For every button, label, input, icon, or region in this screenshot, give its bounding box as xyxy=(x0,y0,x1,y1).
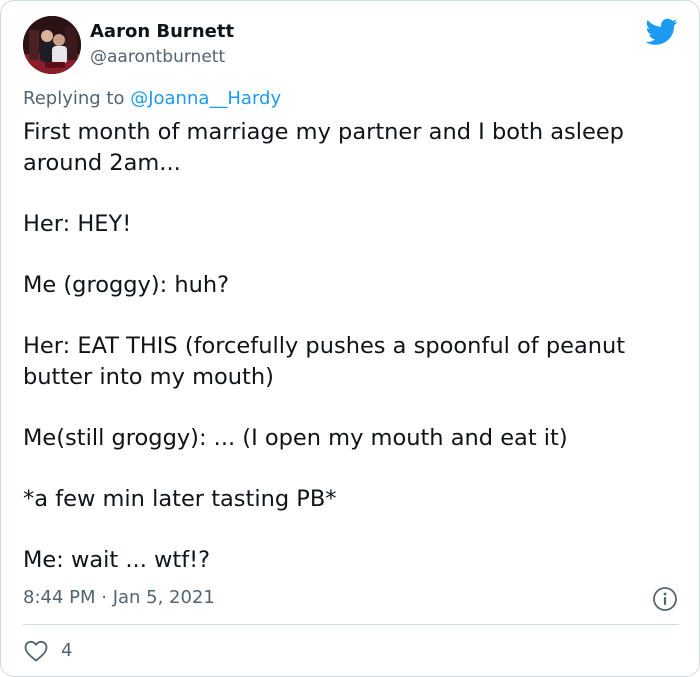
author-handle[interactable]: @aarontburnett xyxy=(90,46,225,68)
replying-prefix: Replying to xyxy=(23,88,131,109)
replying-to: Replying to @Joanna__Hardy xyxy=(23,87,281,111)
avatar-photo xyxy=(23,16,81,74)
tweet-timestamp[interactable]: 8:44 PM · Jan 5, 2021 xyxy=(23,586,215,610)
tweet-line: *a few min later tasting PB* xyxy=(23,486,337,513)
like-button[interactable]: 4 xyxy=(23,639,72,663)
tweet-line: Me (groggy): huh? xyxy=(23,271,230,298)
tweet-card: Aaron Burnett @aarontburnett Replying to… xyxy=(0,0,700,677)
avatar[interactable] xyxy=(23,16,81,74)
tweet-line: First month of marriage my partner and I… xyxy=(23,119,624,176)
twitter-bird-icon[interactable] xyxy=(646,18,678,46)
like-count: 4 xyxy=(61,640,73,661)
divider xyxy=(23,624,679,625)
tweet-line: Me: wait ... wtf!? xyxy=(23,547,211,574)
info-icon[interactable] xyxy=(652,586,678,612)
tweet-line: Her: EAT THIS (forcefully pushes a spoon… xyxy=(23,333,626,390)
reply-mention-link[interactable]: @Joanna__Hardy xyxy=(130,88,281,109)
tweet-text: First month of marriage my partner and I… xyxy=(23,117,683,576)
tweet-line: Me(still groggy): ... (I open my mouth a… xyxy=(23,424,568,451)
tweet-line: Her: HEY! xyxy=(23,210,132,237)
author-name[interactable]: Aaron Burnett xyxy=(90,21,234,43)
heart-icon xyxy=(24,640,48,662)
